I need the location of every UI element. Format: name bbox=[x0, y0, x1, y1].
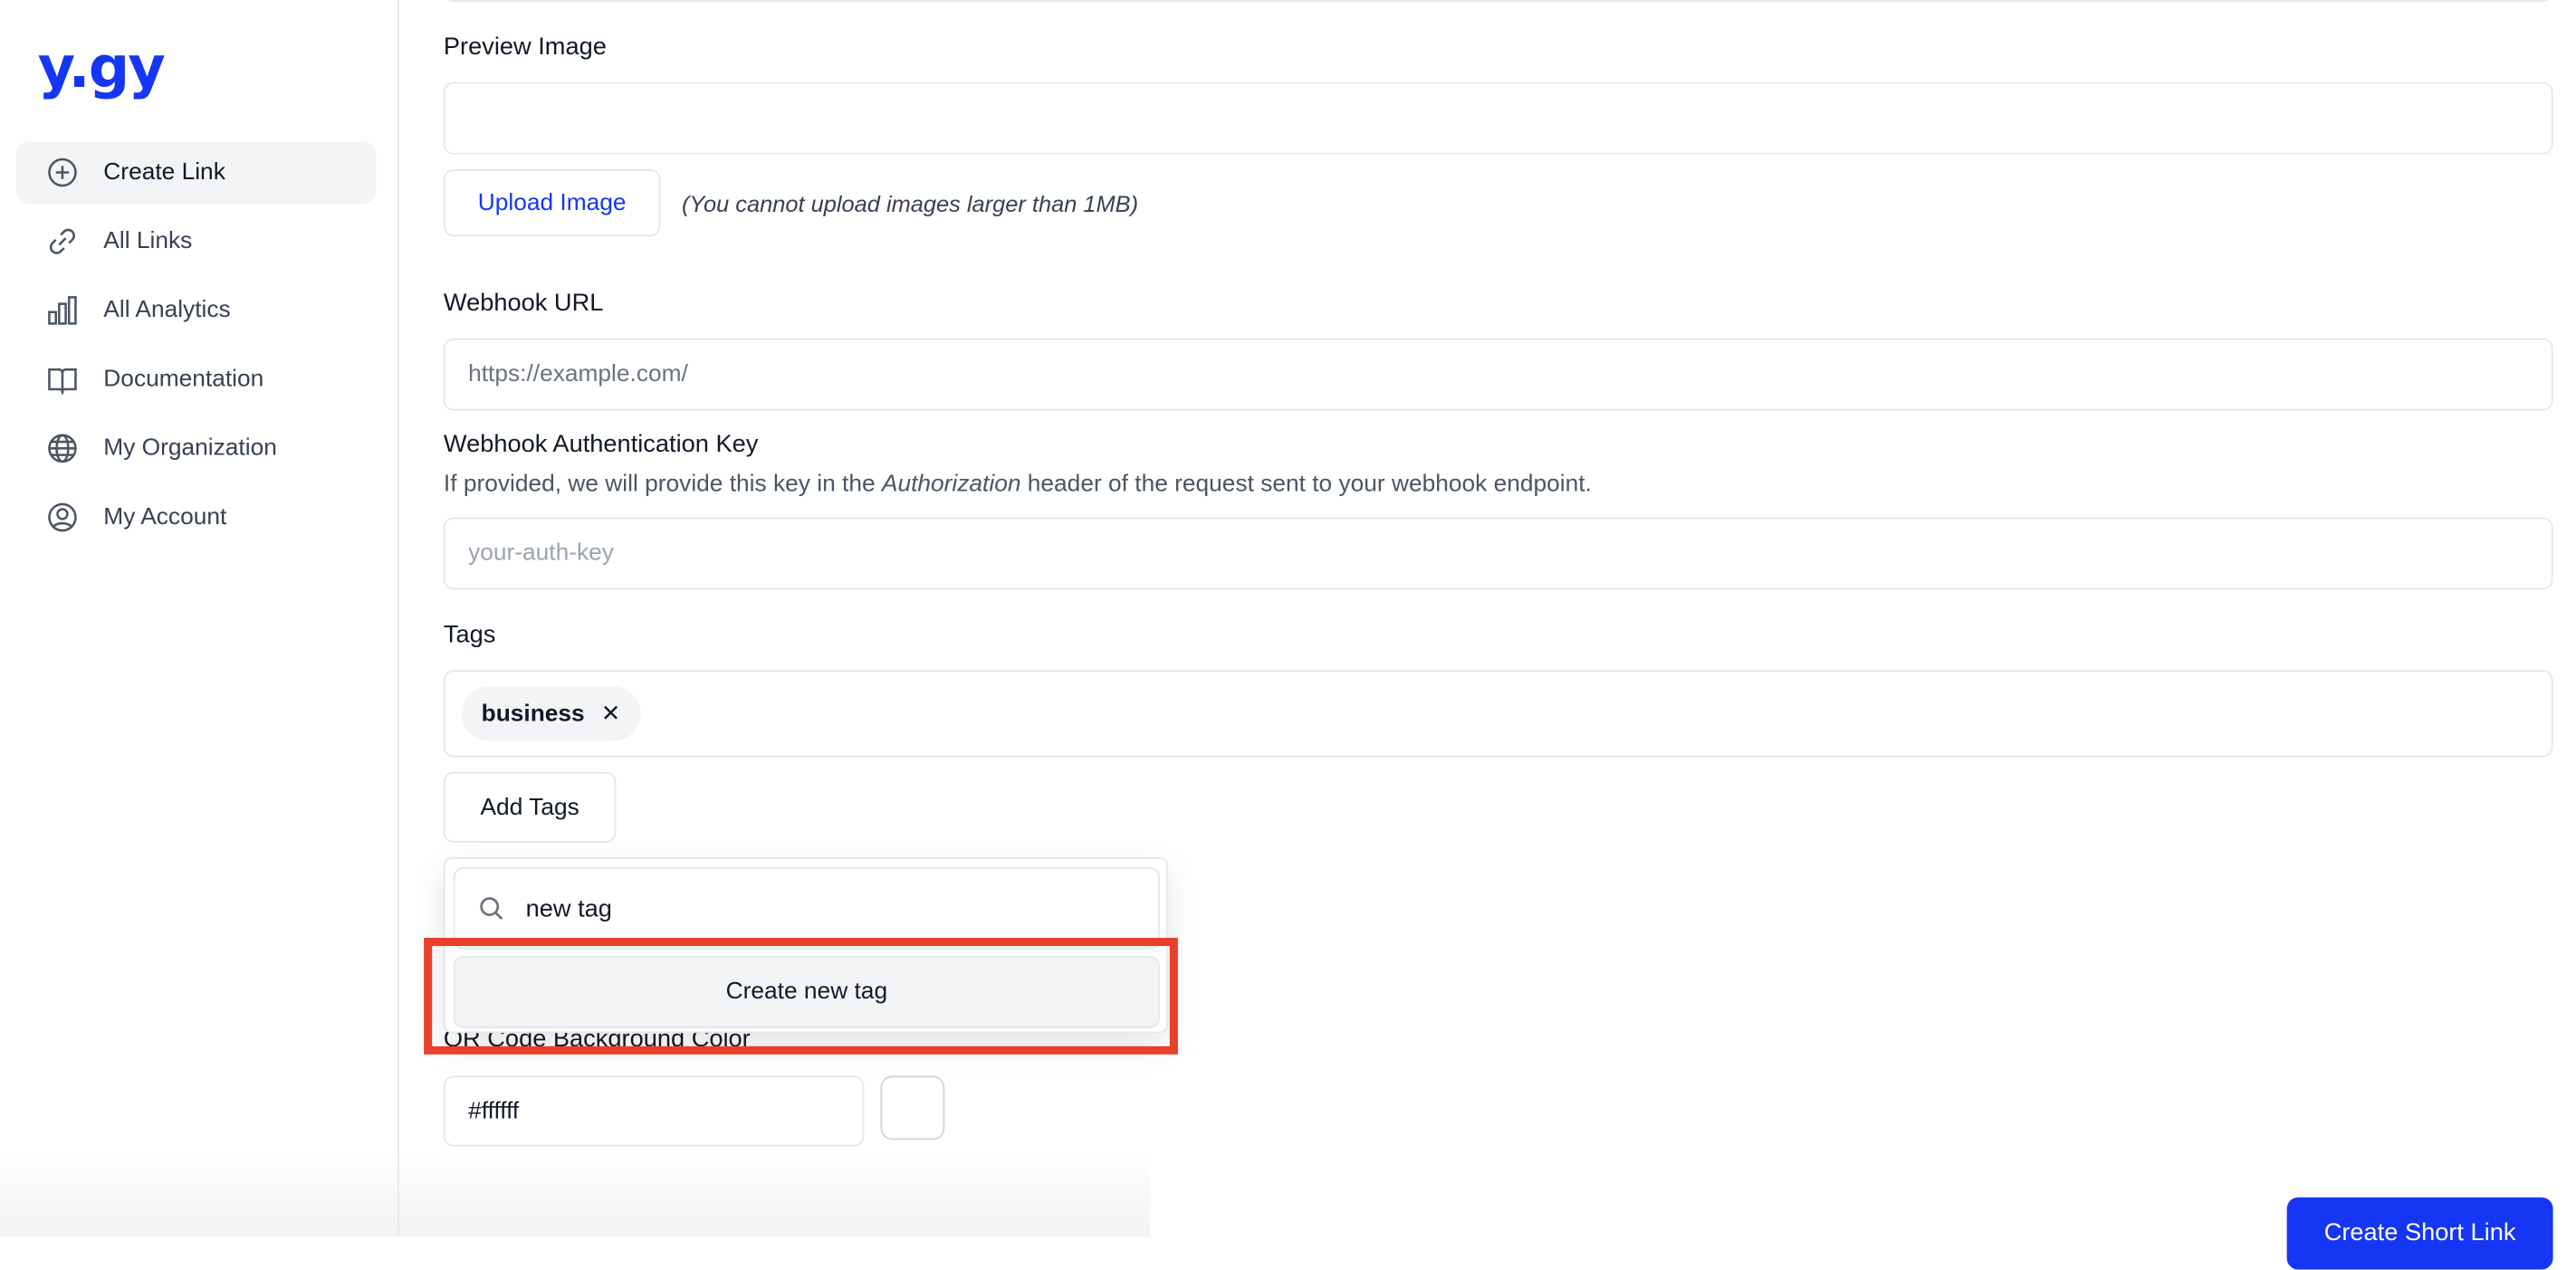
webhook-url-label: Webhook URL bbox=[443, 289, 604, 318]
sidebar-item-create-link[interactable]: Create Link bbox=[16, 141, 377, 204]
upload-image-button[interactable]: Upload Image bbox=[443, 168, 661, 237]
desc-text: If provided, we will provide this key in… bbox=[443, 471, 882, 498]
sidebar-item-documentation[interactable]: Documentation bbox=[16, 349, 376, 411]
desc-emphasis: Authorization bbox=[881, 471, 1021, 498]
sidebar-item-label: Create Link bbox=[103, 158, 225, 186]
user-circle-icon bbox=[48, 502, 77, 532]
previous-field-input[interactable] bbox=[443, 0, 2553, 2]
sidebar-item-label: Documentation bbox=[103, 366, 264, 393]
plus-circle-icon bbox=[48, 158, 77, 187]
tags-box[interactable]: business ✕ bbox=[443, 670, 2553, 758]
sidebar-item-label: All Analytics bbox=[103, 297, 231, 324]
create-short-link-button[interactable]: Create Short Link bbox=[2286, 1197, 2553, 1270]
webhook-key-input[interactable]: your-auth-key bbox=[443, 517, 2553, 590]
sidebar-item-my-organization[interactable]: My Organization bbox=[16, 417, 376, 480]
qr-bg-color-input[interactable]: #ffffff bbox=[443, 1075, 865, 1147]
webhook-url-input[interactable]: https://example.com/ bbox=[443, 338, 2553, 411]
tag-chip-label: business bbox=[481, 700, 585, 727]
desc-text: header of the request sent to your webho… bbox=[1020, 471, 1592, 498]
sidebar-item-label: My Account bbox=[103, 504, 227, 531]
add-tags-button[interactable]: Add Tags bbox=[443, 771, 617, 843]
webhook-key-label: Webhook Authentication Key bbox=[443, 430, 759, 459]
sidebar-item-all-links[interactable]: All Links bbox=[16, 210, 376, 272]
sidebar-item-label: My Organization bbox=[103, 434, 277, 462]
bottom-shade bbox=[0, 1150, 1151, 1237]
tag-search-value: new tag bbox=[525, 893, 612, 922]
highlight-box bbox=[424, 938, 1178, 1055]
bar-chart-icon bbox=[48, 296, 77, 325]
tag-chip: business ✕ bbox=[461, 686, 640, 741]
book-icon bbox=[48, 368, 77, 396]
remove-tag-icon[interactable]: ✕ bbox=[601, 700, 620, 728]
preview-image-input[interactable] bbox=[443, 81, 2553, 155]
tags-label: Tags bbox=[443, 620, 496, 649]
link-icon bbox=[49, 228, 75, 254]
qr-bg-color-swatch[interactable] bbox=[880, 1075, 945, 1141]
globe-icon bbox=[48, 434, 77, 463]
sidebar-item-all-analytics[interactable]: All Analytics bbox=[16, 279, 376, 341]
webhook-key-description: If provided, we will provide this key in… bbox=[444, 472, 1592, 498]
page: y.gy Create Link All Links All Analytics… bbox=[0, 0, 2576, 1270]
preview-image-label: Preview Image bbox=[443, 33, 607, 62]
logo[interactable]: y.gy bbox=[38, 36, 166, 102]
sidebar: y.gy Create Link All Links All Analytics… bbox=[0, 0, 399, 1237]
sidebar-item-label: All Links bbox=[103, 228, 193, 255]
sidebar-item-my-account[interactable]: My Account bbox=[16, 486, 376, 549]
search-icon bbox=[480, 897, 503, 921]
upload-note: (You cannot upload images larger than 1M… bbox=[681, 190, 1139, 217]
